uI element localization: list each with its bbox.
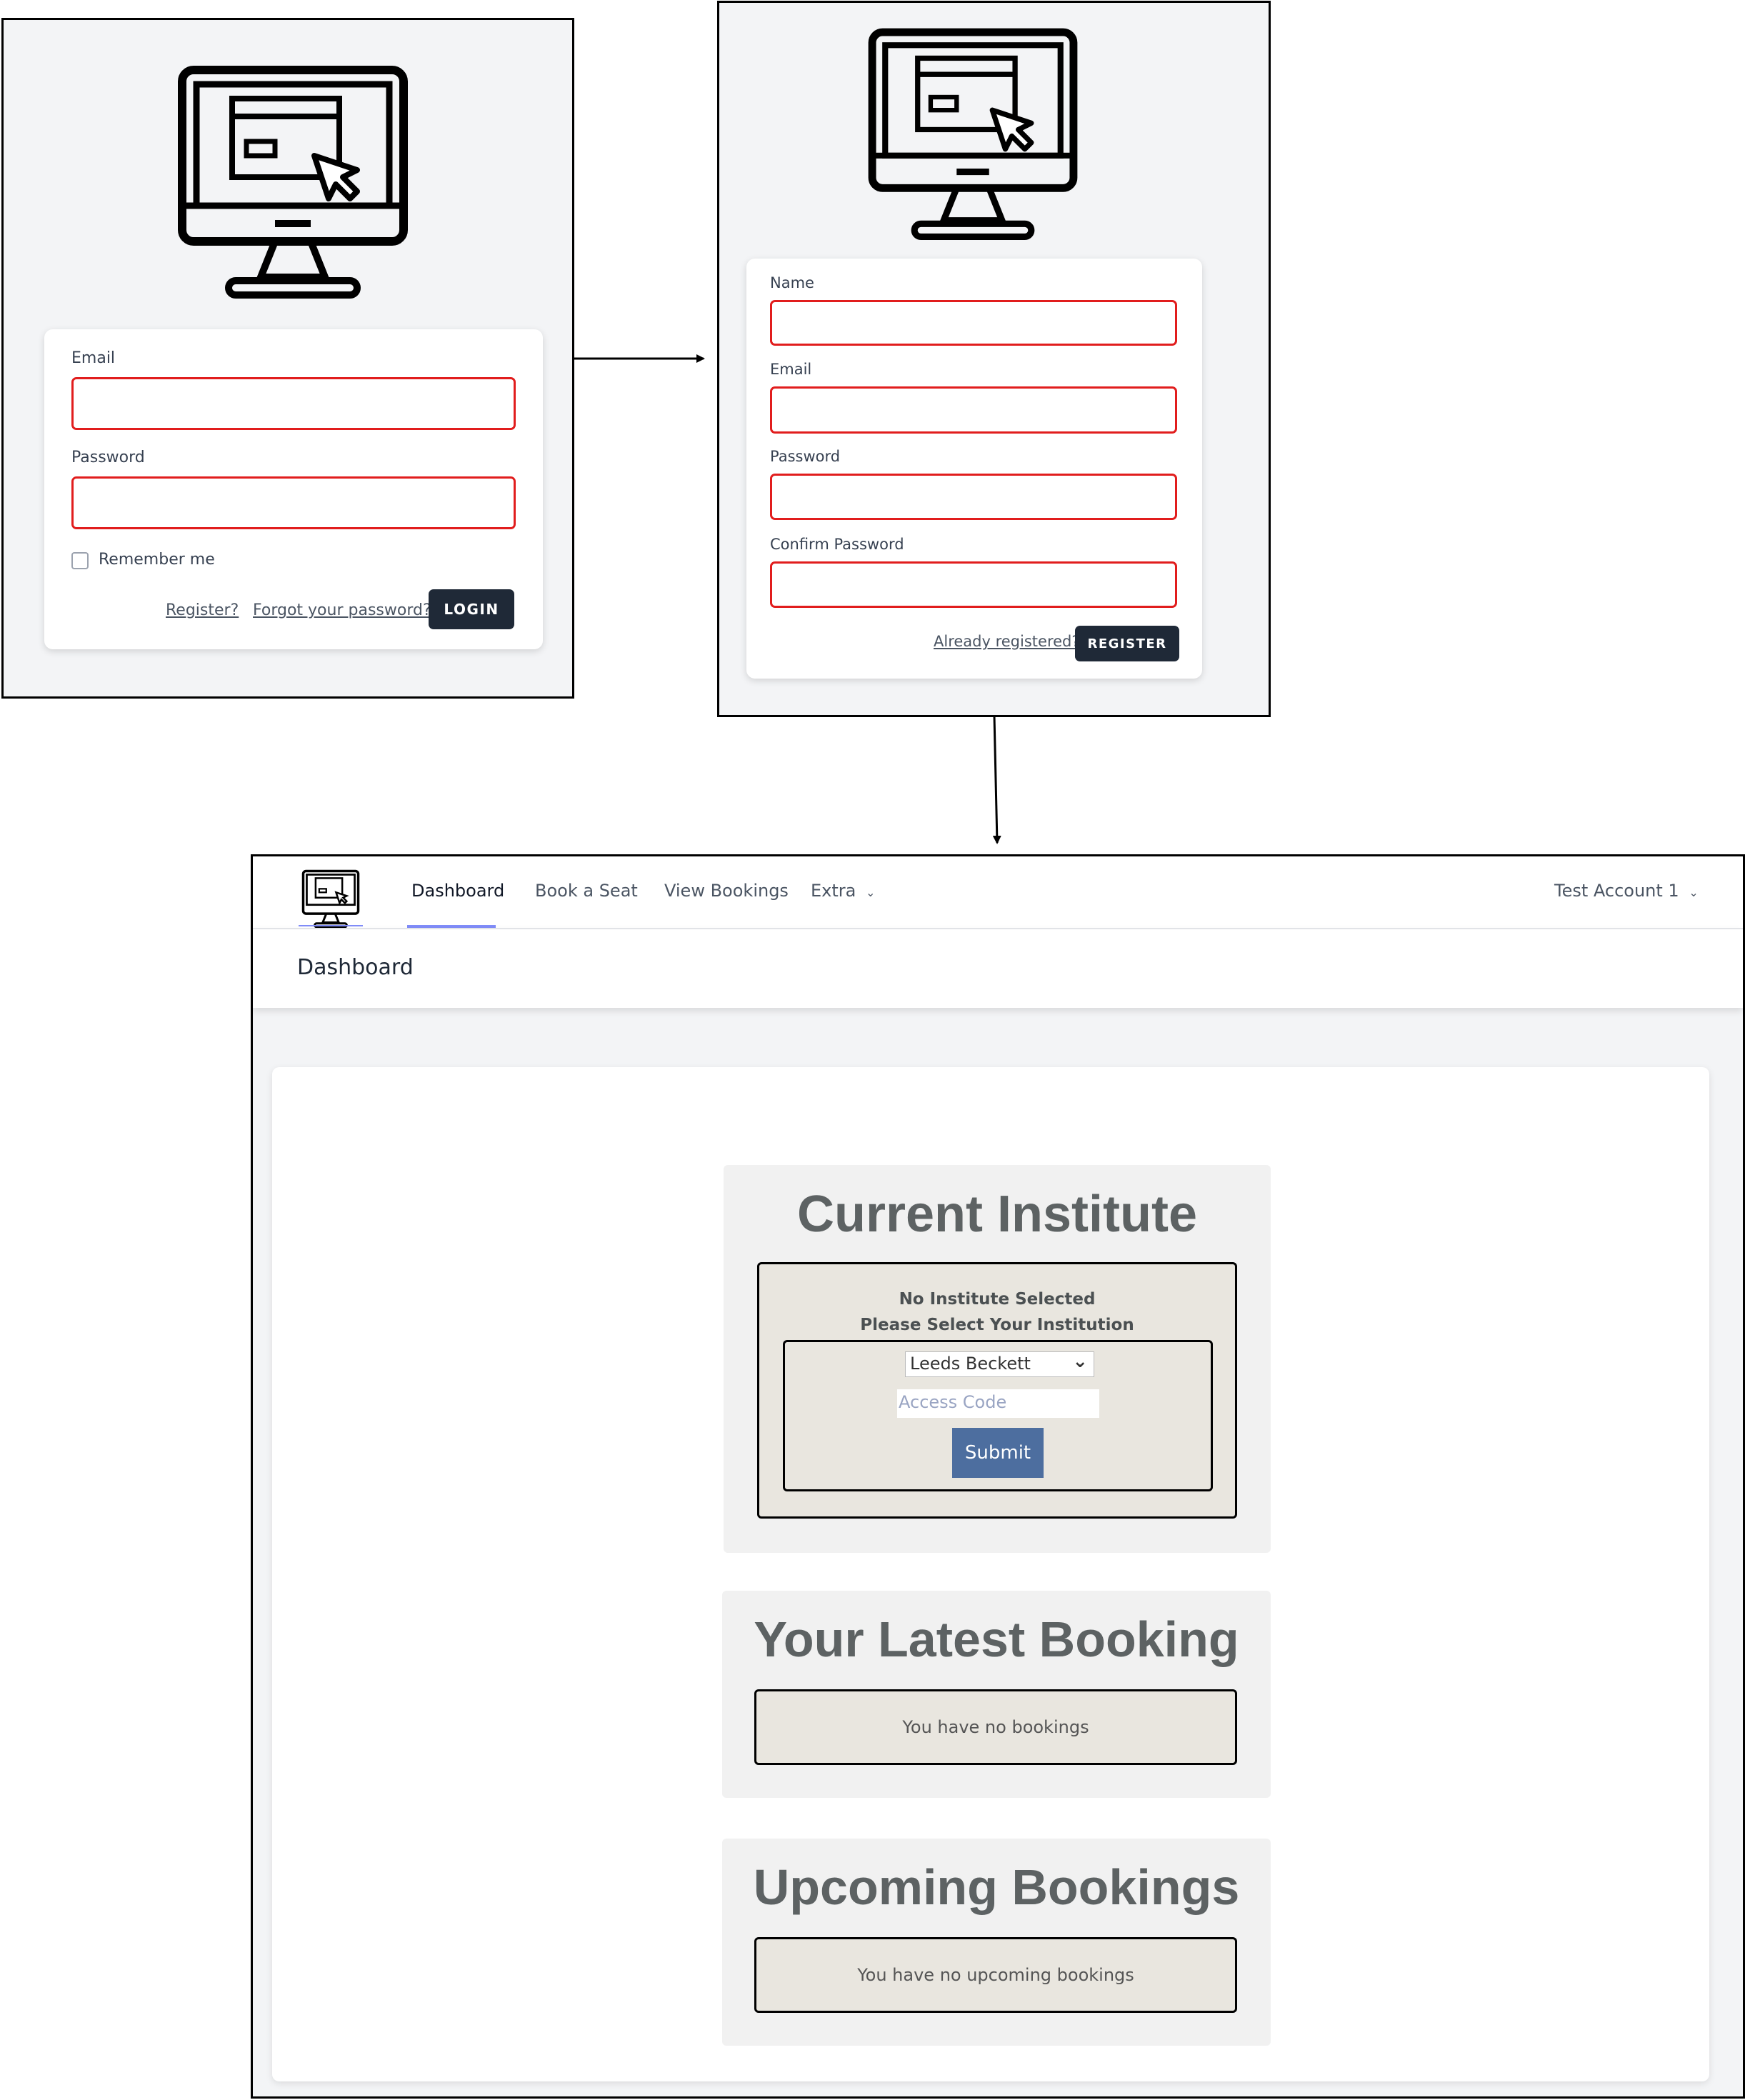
upcoming-bookings-box: You have no upcoming bookings	[754, 1937, 1237, 2013]
forgot-password-link[interactable]: Forgot your password?	[253, 601, 431, 619]
arrow-register-to-dashboard	[992, 715, 1001, 844]
remember-checkbox[interactable]	[71, 552, 89, 569]
nav-book-a-seat[interactable]: Book a Seat	[535, 881, 638, 901]
latest-booking-title: Your Latest Booking	[754, 1611, 1239, 1667]
login-button[interactable]: LOGIN	[429, 589, 514, 629]
computer-monitor-icon	[178, 66, 408, 299]
logo-underline	[299, 925, 363, 926]
current-institute-title: Current Institute	[796, 1186, 1197, 1243]
institution-select-value: Leeds Beckett	[910, 1354, 1031, 1374]
nav-dashboard[interactable]: Dashboard	[411, 881, 504, 901]
email-label: Email	[770, 361, 812, 378]
nav-extra-label: Extra	[811, 881, 856, 901]
upcoming-bookings-title: Upcoming Bookings	[753, 1859, 1240, 1915]
nav-active-indicator	[407, 925, 496, 928]
access-code-input[interactable]: Access Code	[897, 1389, 1099, 1418]
no-upcoming-bookings-message: You have no upcoming bookings	[857, 1965, 1134, 1985]
register-link[interactable]: Register?	[166, 601, 239, 619]
nav-extra[interactable]: Extra ⌄	[811, 881, 875, 901]
account-name: Test Account 1	[1554, 881, 1679, 901]
name-label: Name	[770, 274, 814, 291]
nav-view-bookings[interactable]: View Bookings	[664, 881, 789, 901]
submit-button[interactable]: Submit	[952, 1428, 1044, 1478]
email-label: Email	[71, 349, 116, 367]
password-field[interactable]	[71, 476, 516, 529]
institute-status-text: No Institute Selected	[899, 1290, 1096, 1309]
top-navigation: Dashboard Book a Seat View Bookings Extr…	[253, 856, 1743, 929]
institution-select[interactable]: Leeds Beckett ⌄	[905, 1351, 1094, 1377]
computer-monitor-icon[interactable]	[301, 869, 360, 928]
latest-booking-box: You have no bookings	[754, 1689, 1237, 1765]
password-field[interactable]	[770, 474, 1177, 520]
latest-booking-section: Your Latest Booking You have no bookings	[722, 1591, 1271, 1798]
institute-selection-box: No Institute Selected Please Select Your…	[757, 1262, 1237, 1519]
password-label: Password	[71, 449, 145, 466]
email-field[interactable]	[770, 386, 1177, 434]
current-institute-section: Current Institute No Institute Selected …	[724, 1165, 1271, 1553]
already-registered-link[interactable]: Already registered?	[934, 633, 1080, 650]
chevron-down-icon: ⌄	[866, 886, 876, 899]
remember-label: Remember me	[99, 551, 215, 569]
chevron-down-icon: ⌄	[1072, 1351, 1088, 1372]
register-button[interactable]: REGISTER	[1075, 626, 1179, 661]
confirm-password-label: Confirm Password	[770, 536, 904, 553]
page-header: Dashboard	[253, 929, 1743, 1008]
register-form-card: Name Email Password Confirm Password Alr…	[746, 259, 1202, 679]
email-field[interactable]	[71, 377, 516, 430]
login-form-card: Email Password Remember me Register? For…	[44, 329, 543, 649]
institute-prompt-text: Please Select Your Institution	[860, 1316, 1134, 1334]
dashboard-content-card: Current Institute No Institute Selected …	[272, 1067, 1709, 2081]
page-title: Dashboard	[297, 955, 414, 980]
upcoming-bookings-section: Upcoming Bookings You have no upcoming b…	[722, 1839, 1271, 2046]
computer-monitor-icon	[868, 28, 1078, 240]
account-menu[interactable]: Test Account 1 ⌄	[1554, 881, 1699, 901]
password-label: Password	[770, 448, 841, 465]
login-screen: Email Password Remember me Register? For…	[1, 18, 574, 699]
name-field[interactable]	[770, 300, 1177, 346]
register-screen: Name Email Password Confirm Password Alr…	[717, 1, 1271, 717]
no-bookings-message: You have no bookings	[902, 1717, 1089, 1737]
dashboard-screen: Dashboard Book a Seat View Bookings Extr…	[251, 854, 1745, 2099]
chevron-down-icon: ⌄	[1689, 886, 1699, 899]
institution-form: Leeds Beckett ⌄ Access Code Submit	[783, 1340, 1213, 1491]
confirm-password-field[interactable]	[770, 561, 1177, 608]
